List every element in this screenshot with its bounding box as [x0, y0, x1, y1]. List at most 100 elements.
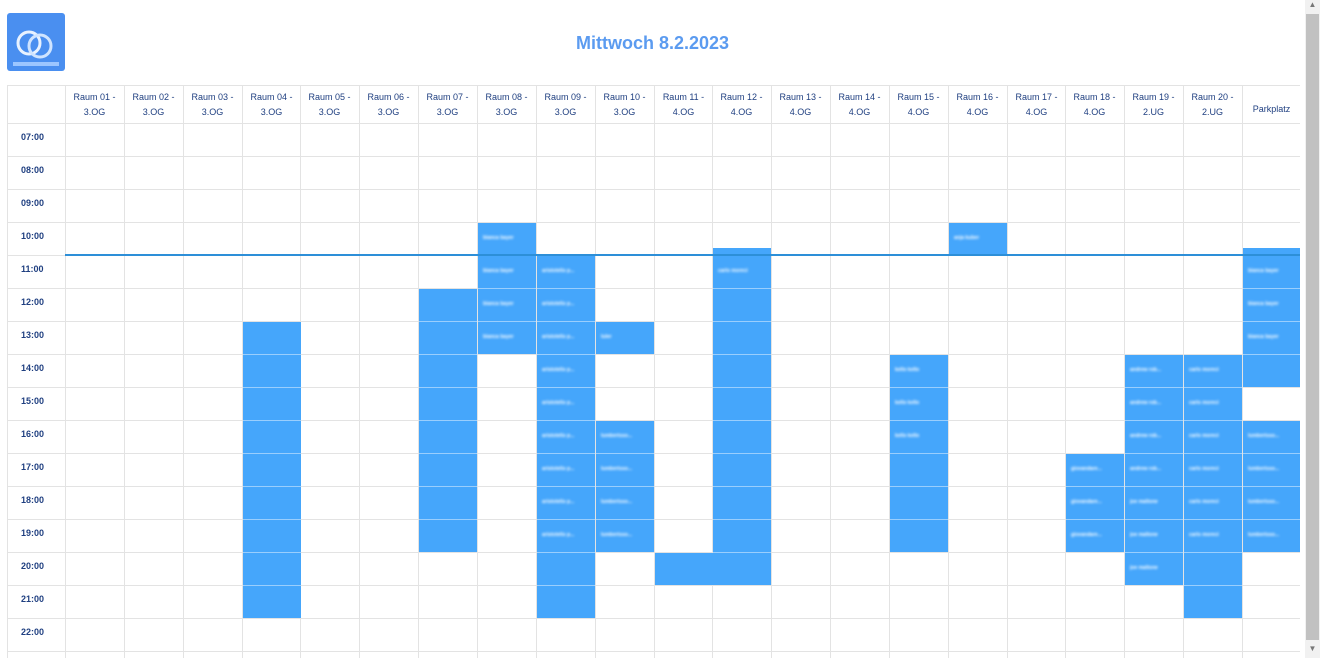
- booking-hour-line: [537, 486, 595, 487]
- booking-hour-line: [1066, 519, 1124, 520]
- booking-label: kello kello: [895, 433, 920, 439]
- booking-hour-line: [713, 288, 771, 289]
- column-header[interactable]: Raum 01 - 3.OG: [65, 90, 124, 126]
- booking-block[interactable]: [243, 322, 301, 618]
- booking-label: carlo moreci: [1189, 532, 1219, 538]
- booking-hour-line: [713, 321, 771, 322]
- booking-label: aristotelis p...: [542, 268, 575, 274]
- booking-hour-line: [1125, 486, 1183, 487]
- booking-hour-line: [243, 519, 301, 520]
- column-header[interactable]: Raum 20 - 2.UG: [1183, 90, 1242, 126]
- column-header[interactable]: Raum 16 - 4.OG: [948, 90, 1007, 126]
- grid-line: [1065, 85, 1066, 658]
- grid-line: [1007, 85, 1008, 658]
- grid-line: [948, 85, 949, 658]
- booking-hour-line: [419, 519, 477, 520]
- booking-hour-line: [537, 288, 595, 289]
- booking-block[interactable]: [655, 553, 713, 585]
- booking-hour-line: [713, 420, 771, 421]
- time-label: 10:00: [21, 231, 45, 241]
- booking-label: andrew rob...: [1130, 400, 1162, 406]
- column-header[interactable]: Raum 17 - 4.OG: [1007, 90, 1066, 126]
- booking-hour-line: [243, 387, 301, 388]
- time-label: 15:00: [21, 396, 45, 406]
- booking-hour-line: [419, 453, 477, 454]
- scroll-down-icon[interactable]: ▼: [1306, 644, 1319, 656]
- booking-hour-line: [419, 321, 477, 322]
- column-header[interactable]: Raum 08 - 3.OG: [477, 90, 536, 126]
- booking-label: joe maltone: [1130, 499, 1158, 505]
- booking-hour-line: [1066, 486, 1124, 487]
- column-header[interactable]: Raum 09 - 3.OG: [536, 90, 595, 126]
- booking-hour-line: [537, 387, 595, 388]
- booking-hour-line: [1125, 387, 1183, 388]
- booking-label: joe maltone: [1130, 565, 1158, 571]
- booking-hour-line: [243, 552, 301, 553]
- scroll-up-icon[interactable]: ▲: [1306, 0, 1319, 12]
- column-header[interactable]: Raum 14 - 4.OG: [830, 90, 889, 126]
- booking-hour-line: [1243, 288, 1300, 289]
- booking-label: aristotelis p...: [542, 367, 575, 373]
- booking-label: carlo moreci: [718, 268, 748, 274]
- booking-hour-line: [419, 354, 477, 355]
- time-label: 16:00: [21, 429, 45, 439]
- column-header[interactable]: Raum 02 - 3.OG: [124, 90, 183, 126]
- booking-hour-line: [419, 387, 477, 388]
- booking-hour-line: [537, 420, 595, 421]
- booking-label: aristotelis p...: [542, 400, 575, 406]
- column-header[interactable]: Raum 18 - 4.OG: [1065, 90, 1124, 126]
- booking-hour-line: [1125, 453, 1183, 454]
- booking-hour-line: [713, 387, 771, 388]
- booking-hour-line: [537, 585, 595, 586]
- booking-hour-line: [1125, 552, 1183, 553]
- booking-hour-line: [537, 453, 595, 454]
- column-header[interactable]: Raum 15 - 4.OG: [889, 90, 948, 126]
- booking-hour-line: [713, 453, 771, 454]
- booking-hour-line: [537, 321, 595, 322]
- booking-hour-line: [713, 354, 771, 355]
- booking-label: bianca bayer: [483, 301, 514, 307]
- booking-block[interactable]: [713, 247, 771, 585]
- column-header[interactable]: Raum 07 - 3.OG: [418, 90, 477, 126]
- column-header[interactable]: Raum 03 - 3.OG: [183, 90, 242, 126]
- booking-hour-line: [890, 486, 948, 487]
- time-label: 13:00: [21, 330, 45, 340]
- column-header[interactable]: Raum 19 - 2.UG: [1124, 90, 1183, 126]
- booking-label: bianca bayer: [1248, 301, 1279, 307]
- booking-hour-line: [1125, 420, 1183, 421]
- grid-line: [7, 85, 8, 658]
- time-label: 22:00: [21, 627, 45, 637]
- time-label: 09:00: [21, 198, 45, 208]
- column-header[interactable]: Raum 06 - 3.OG: [359, 90, 418, 126]
- booking-label: lumbertsso...: [1248, 466, 1280, 472]
- booking-label: lumbertsso...: [1248, 433, 1280, 439]
- booking-label: aristotelis p...: [542, 466, 575, 472]
- booking-label: lumbertsso...: [601, 433, 633, 439]
- column-header[interactable]: Parkplatz: [1242, 94, 1300, 130]
- column-header[interactable]: Raum 11 - 4.OG: [654, 90, 713, 126]
- booking-hour-line: [890, 519, 948, 520]
- column-header[interactable]: Raum 10 - 3.OG: [595, 90, 654, 126]
- booking-label: aristotelis p...: [542, 334, 575, 340]
- booking-hour-line: [1184, 552, 1242, 553]
- booking-label: carlo moreci: [1189, 400, 1219, 406]
- booking-hour-line: [1243, 453, 1300, 454]
- time-label: 21:00: [21, 594, 45, 604]
- column-header[interactable]: Raum 13 - 4.OG: [771, 90, 830, 126]
- scrollbar-thumb[interactable]: [1306, 14, 1319, 640]
- booking-hour-line: [890, 420, 948, 421]
- time-label: 08:00: [21, 165, 45, 175]
- booking-hour-line: [537, 354, 595, 355]
- booking-hour-line: [1184, 585, 1242, 586]
- booking-hour-line: [478, 321, 536, 322]
- booking-hour-line: [1184, 486, 1242, 487]
- column-header[interactable]: Raum 05 - 3.OG: [300, 90, 359, 126]
- booking-label: giovandare...: [1071, 499, 1102, 505]
- booking-hour-line: [1184, 420, 1242, 421]
- column-header[interactable]: Raum 12 - 4.OG: [712, 90, 771, 126]
- booking-label: kello kello: [895, 400, 920, 406]
- booking-hour-line: [478, 288, 536, 289]
- booking-hour-line: [1243, 486, 1300, 487]
- booking-hour-line: [243, 486, 301, 487]
- column-header[interactable]: Raum 04 - 3.OG: [242, 90, 301, 126]
